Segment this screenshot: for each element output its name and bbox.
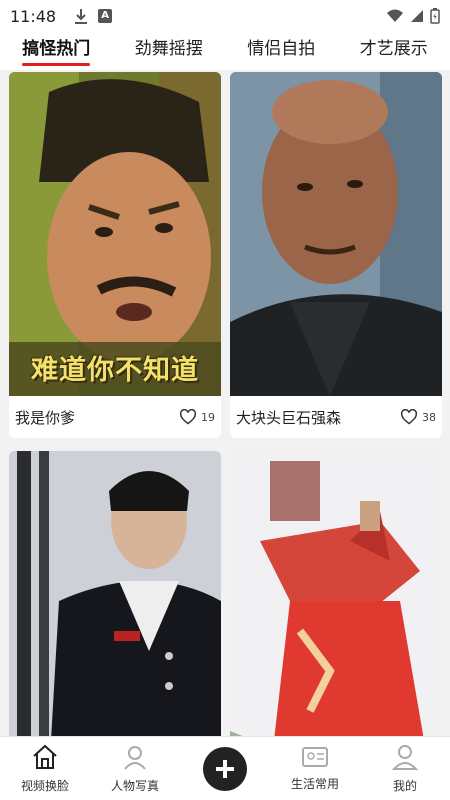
status-bar: 11:48 A (0, 0, 450, 32)
video-thumbnail[interactable]: 难道你不知道 (9, 72, 221, 396)
input-method-icon: A (98, 9, 113, 23)
video-card[interactable] (230, 451, 442, 736)
thumbnail-image (230, 451, 442, 736)
nav-label: 我的 (392, 779, 417, 793)
nav-video-face-swap[interactable]: 视频换脸 (0, 743, 90, 794)
video-thumbnail[interactable] (230, 72, 442, 396)
status-time: 11:48 (10, 6, 57, 26)
create-button[interactable] (203, 746, 247, 791)
like-count: 19 (201, 410, 215, 424)
like-count: 38 (422, 410, 436, 424)
tab-talent-show[interactable]: 才艺展示 (338, 32, 450, 70)
id-card-icon (302, 747, 328, 767)
category-tabs: 搞怪热门 劲舞摇摆 情侣自拍 才艺展示 (0, 32, 450, 70)
signal-icon (411, 10, 423, 22)
nav-create[interactable] (180, 746, 270, 791)
tab-couple-selfie[interactable]: 情侣自拍 (225, 32, 338, 70)
wifi-icon (387, 9, 403, 22)
card-footer: 大块头巨石强森 38 (230, 396, 442, 438)
nav-life-common[interactable]: 生活常用 (270, 745, 360, 792)
nav-mine[interactable]: 我的 (360, 743, 450, 794)
video-card[interactable]: 大块头巨石强森 38 (230, 72, 442, 438)
like-button[interactable]: 19 (179, 409, 215, 425)
like-button[interactable]: 38 (400, 409, 436, 425)
nav-label: 人物写真 (110, 779, 159, 793)
card-title: 大块头巨石强森 (236, 408, 342, 427)
status-notifications: A (74, 8, 113, 24)
home-icon (33, 744, 57, 769)
video-card[interactable]: 难道你不知道 我是你爹 19 (9, 72, 221, 438)
user-icon (392, 745, 418, 770)
nav-label: 视频换脸 (20, 779, 69, 793)
status-system-icons (386, 8, 440, 24)
plus-icon (216, 759, 234, 778)
download-icon (75, 9, 88, 24)
heart-icon (179, 409, 197, 425)
video-thumbnail[interactable] (230, 451, 442, 736)
heart-icon (400, 409, 418, 425)
card-footer: 我是你爹 19 (9, 396, 221, 438)
nav-label: 生活常用 (290, 777, 339, 791)
card-title: 我是你爹 (15, 408, 76, 427)
tab-funny-hot[interactable]: 搞怪热门 (0, 32, 113, 70)
thumbnail-image (9, 451, 221, 736)
portrait-icon (124, 746, 146, 770)
nav-portrait[interactable]: 人物写真 (90, 743, 180, 794)
video-thumbnail[interactable] (9, 451, 221, 736)
video-feed: 难道你不知道 我是你爹 19 大块头巨石强森 38 (0, 70, 450, 736)
bottom-navigation: 视频换脸 人物写真 生活常用 我的 (0, 736, 450, 800)
video-card[interactable] (9, 451, 221, 736)
thumbnail-image (230, 72, 442, 396)
battery-icon (430, 8, 440, 24)
tab-dance[interactable]: 劲舞摇摆 (113, 32, 226, 70)
thumbnail-caption: 难道你不知道 (31, 355, 199, 386)
